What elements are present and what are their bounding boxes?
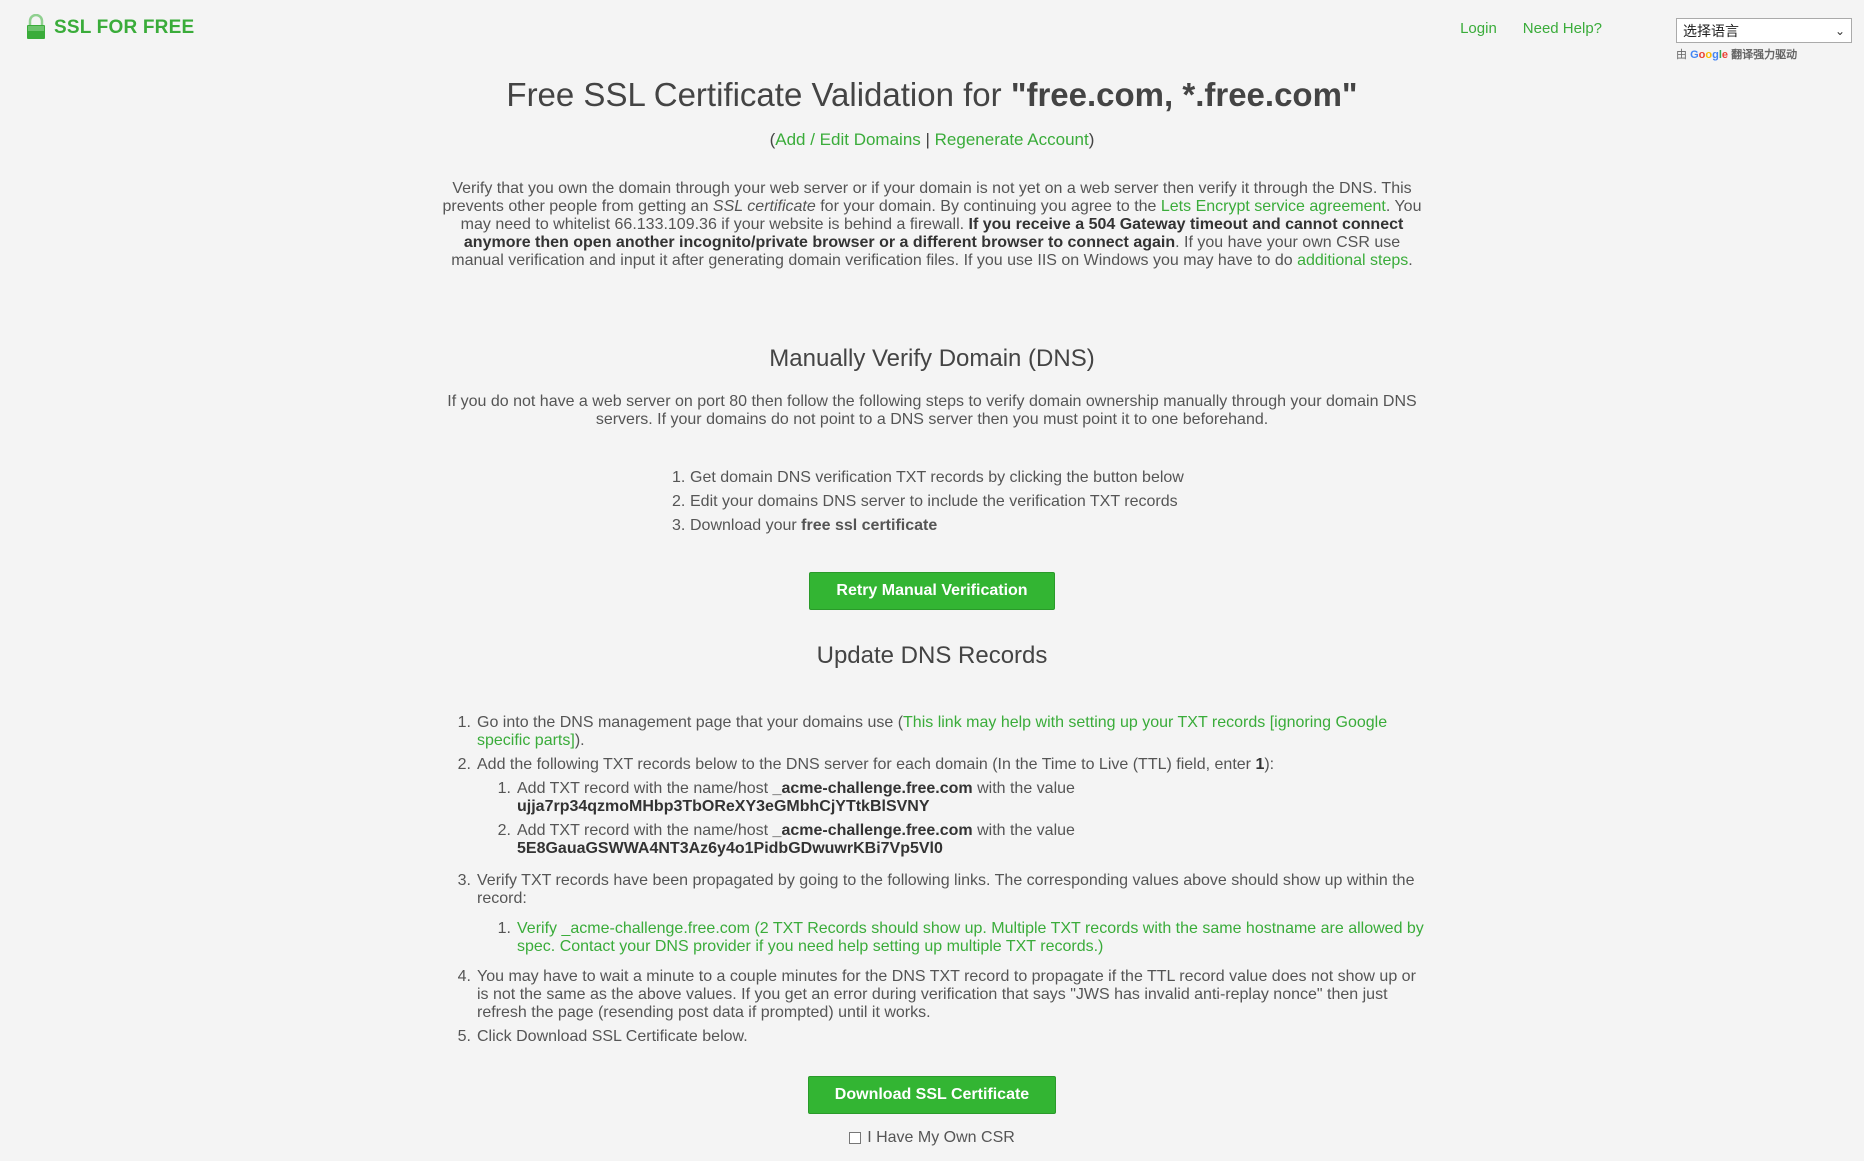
ttl-value: 1	[1255, 756, 1265, 773]
main-content: Free SSL Certificate Validation for "fre…	[0, 76, 1864, 1147]
item-number: 1.	[497, 780, 511, 797]
record-text: with the value	[972, 822, 1075, 839]
step-text: Get domain DNS verification TXT records …	[690, 469, 1184, 486]
paren-close: )	[1088, 130, 1095, 149]
item-text: You may have to wait a minute to a coupl…	[477, 968, 1416, 1021]
item-number: 1.	[457, 714, 471, 731]
title-domains: "free.com, *.free.com"	[1010, 76, 1358, 113]
item-number: 2.	[497, 822, 511, 839]
top-nav: Login Need Help?	[1460, 20, 1602, 37]
item-number: 1.	[497, 920, 511, 937]
list-item: 5. Click Download SSL Certificate below.	[437, 1028, 1427, 1046]
txt-record-item: 1. Add TXT record with the name/host _ac…	[477, 780, 1427, 816]
intro-emphasis: SSL certificate	[712, 198, 816, 215]
download-ssl-certificate-button[interactable]: Download SSL Certificate	[807, 1076, 1057, 1114]
manual-steps-list: 1. Get domain DNS verification TXT record…	[672, 466, 1192, 538]
manual-verify-description: If you do not have a web server on port …	[447, 393, 1417, 428]
manual-verify-heading: Manually Verify Domain (DNS)	[769, 345, 1095, 372]
step-number: 1.	[672, 469, 686, 486]
step-number: 3.	[672, 517, 686, 534]
logo[interactable]: SSL FOR FREE	[26, 14, 194, 40]
lets-encrypt-agreement-link[interactable]: Lets Encrypt service agreement	[1161, 198, 1386, 215]
record-value[interactable]: 5E8GauaGSWWA4NT3Az6y4o1PidbGDwuwrKBi7Vp5…	[517, 840, 943, 857]
record-text: with the value	[972, 780, 1075, 797]
link-separator: |	[920, 130, 935, 149]
item-number: 2.	[457, 756, 471, 773]
step-text: Edit your domains DNS server to include …	[690, 493, 1178, 510]
item-text: ):	[1264, 756, 1275, 773]
retry-manual-verification-button[interactable]: Retry Manual Verification	[809, 572, 1055, 610]
intro-text: Verify that you own the domain through y…	[437, 180, 1427, 270]
account-links: (Add / Edit Domains | Regenerate Account…	[0, 130, 1864, 150]
item-number: 3.	[457, 872, 471, 889]
verify-acme-challenge-link[interactable]: Verify _acme-challenge.free.com (2 TXT R…	[517, 920, 1424, 955]
logo-text: SSL FOR FREE	[54, 17, 195, 38]
item-text: Go into the DNS management page that you…	[477, 714, 904, 731]
item-text: Verify TXT records have been propagated …	[477, 872, 1415, 907]
chevron-down-icon: ⌄	[1834, 23, 1845, 38]
language-selected: 选择语言	[1683, 22, 1739, 39]
verify-link-item: 1. Verify _acme-challenge.free.com (2 TX…	[477, 920, 1427, 956]
step-number: 2.	[672, 493, 686, 510]
item-text: Add the following TXT records below to t…	[477, 756, 1256, 773]
page-title: Free SSL Certificate Validation for "fre…	[0, 76, 1864, 114]
intro-part: for your domain. By continuing you agree…	[815, 198, 1161, 215]
need-help-link[interactable]: Need Help?	[1523, 20, 1602, 37]
list-item: 3. Verify TXT records have been propagat…	[437, 872, 1427, 962]
powered-prefix: 由	[1676, 49, 1687, 61]
list-item: 4. You may have to wait a minute to a co…	[437, 968, 1427, 1022]
title-prefix: Free SSL Certificate Validation for	[506, 76, 1011, 113]
language-widget: 选择语言 ⌄ 由 Google 翻译强力驱动	[1676, 18, 1852, 62]
record-text: Add TXT record with the name/host	[517, 780, 773, 797]
update-dns-heading: Update DNS Records	[816, 642, 1048, 669]
item-text: ).	[574, 732, 585, 749]
step-bold: free ssl certificate	[801, 517, 938, 534]
additional-steps-link[interactable]: additional steps	[1297, 252, 1408, 269]
list-item: 2. Add the following TXT records below t…	[437, 756, 1427, 864]
record-host[interactable]: _acme-challenge.free.com	[773, 780, 973, 797]
add-edit-domains-link[interactable]: Add / Edit Domains	[775, 130, 921, 149]
intro-part: .	[1408, 252, 1413, 269]
language-select[interactable]: 选择语言 ⌄	[1676, 18, 1852, 43]
record-text: Add TXT record with the name/host	[517, 822, 773, 839]
list-item: 3. Download your free ssl certificate	[672, 514, 1192, 538]
own-csr-checkbox[interactable]	[849, 1132, 862, 1144]
google-translate-attribution: 由 Google 翻译强力驱动	[1676, 46, 1852, 62]
padlock-icon	[27, 14, 45, 39]
own-csr-option: I Have My Own CSR	[0, 1129, 1864, 1147]
record-value[interactable]: ujja7rp34qzmoMHbp3TbOReXY3eGMbhCjYTtkBlS…	[517, 798, 930, 815]
own-csr-label[interactable]: I Have My Own CSR	[867, 1129, 1015, 1147]
update-dns-list: 1. Go into the DNS management page that …	[437, 714, 1427, 1046]
item-number: 4.	[457, 968, 471, 985]
powered-suffix: 翻译强力驱动	[1731, 49, 1798, 61]
step-text: Download your	[690, 517, 802, 534]
txt-records-list: 1. Add TXT record with the name/host _ac…	[477, 780, 1427, 858]
record-host[interactable]: _acme-challenge.free.com	[773, 822, 973, 839]
list-item: 1. Go into the DNS management page that …	[437, 714, 1427, 750]
item-text: Click Download SSL Certificate below.	[477, 1028, 748, 1045]
item-number: 5.	[457, 1028, 471, 1045]
list-item: 2. Edit your domains DNS server to includ…	[672, 490, 1192, 514]
verify-links-list: 1. Verify _acme-challenge.free.com (2 TX…	[477, 920, 1427, 956]
regenerate-account-link[interactable]: Regenerate Account	[935, 130, 1089, 149]
login-link[interactable]: Login	[1460, 20, 1497, 37]
txt-record-item: 2. Add TXT record with the name/host _ac…	[477, 822, 1427, 858]
google-logo[interactable]: Google	[1690, 49, 1728, 61]
list-item: 1. Get domain DNS verification TXT record…	[672, 466, 1192, 490]
